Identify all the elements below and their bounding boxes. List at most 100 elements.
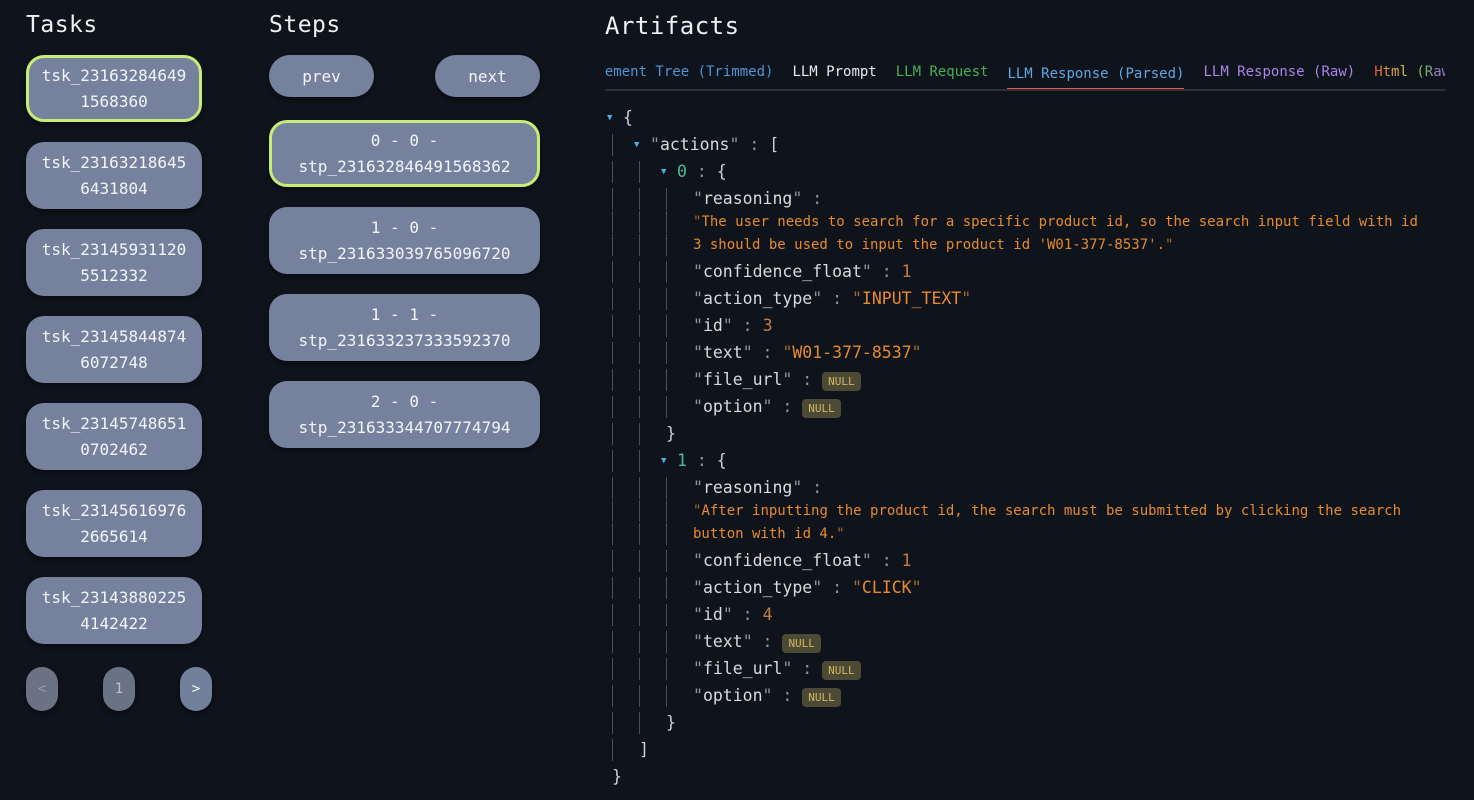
indent-guide — [639, 523, 666, 545]
step-item[interactable]: 2 - 0 -stp_231633344707774794 — [269, 381, 540, 448]
task-item[interactable]: tsk_231458448746072748 — [26, 316, 202, 383]
task-item[interactable]: tsk_231438802254142422 — [26, 577, 202, 644]
step-item-line1: 1 - 0 - — [371, 215, 438, 241]
json-row: "confidence_float" : 1 — [612, 550, 1445, 572]
indent-guide — [612, 342, 639, 364]
json-segment-q: " — [852, 578, 862, 597]
json-segment-kq: " — [782, 370, 792, 389]
step-item[interactable]: 0 - 0 -stp_231632846491568362 — [269, 120, 540, 187]
json-segment-q: " — [836, 526, 844, 542]
json-segment-kq: " — [812, 578, 822, 597]
indent-guide — [639, 712, 666, 734]
json-segment-key: id — [703, 316, 723, 335]
next-step-button[interactable]: next — [435, 55, 540, 97]
tab-llm-prompt[interactable]: LLM Prompt — [792, 64, 876, 89]
json-segment-colon: : — [872, 551, 902, 570]
json-segment-colon: : — [792, 659, 822, 678]
indent-guide — [666, 523, 693, 545]
json-row: "file_url" : NULL — [612, 658, 1445, 680]
json-row: "text" : NULL — [612, 631, 1445, 653]
json-segment-colon: : — [772, 397, 802, 416]
json-segment-key: reasoning — [703, 478, 792, 497]
json-segment-colon: : — [739, 135, 769, 154]
json-segment-str: After inputting the product id, the sear… — [701, 503, 1401, 519]
json-segment-kq: " — [812, 289, 822, 308]
tab-llm-response-parsed[interactable]: LLM Response (Parsed) — [1007, 66, 1184, 91]
indent-guide — [666, 550, 693, 572]
step-item-line2: stp_231632846491568362 — [299, 154, 511, 180]
json-segment-kq: " — [693, 289, 703, 308]
indent-guide — [612, 188, 639, 210]
prev-step-button[interactable]: prev — [269, 55, 374, 97]
indent-guide — [612, 658, 639, 680]
json-row: "id" : 3 — [612, 315, 1445, 337]
json-segment-q: " — [912, 578, 922, 597]
step-item[interactable]: 1 - 1 -stp_231633237333592370 — [269, 294, 540, 361]
indent-guide — [612, 396, 639, 418]
json-segment-num: 4 — [763, 605, 773, 624]
tab-element-tree-trimmed[interactable]: Element Tree (Trimmed) — [605, 64, 773, 89]
collapse-triangle-icon[interactable]: ▼ — [634, 134, 650, 156]
step-item[interactable]: 1 - 0 -stp_231633039765096720 — [269, 207, 540, 274]
task-item[interactable]: tsk_231457486510702462 — [26, 403, 202, 470]
json-row: "action_type" : "CLICK" — [612, 577, 1445, 599]
indent-guide — [612, 450, 639, 472]
json-segment-key: file_url — [703, 659, 782, 678]
json-row: } — [612, 766, 1445, 788]
json-row-content: { — [623, 107, 633, 129]
json-row-content: 0 : { — [677, 161, 727, 183]
task-item[interactable]: tsk_231632846491568360 — [26, 55, 202, 122]
json-segment-colon: : — [872, 262, 902, 281]
pagination-prev-button[interactable]: < — [26, 667, 58, 711]
indent-guide — [612, 423, 639, 445]
step-item-line2: stp_231633344707774794 — [299, 415, 511, 441]
tab-html-raw[interactable]: Html (Raw) — [1374, 64, 1445, 89]
json-segment-str: CLICK — [862, 578, 912, 597]
json-segment-kq: " — [693, 316, 703, 335]
json-segment-colon: : — [822, 289, 852, 308]
tab-llm-response-raw[interactable]: LLM Response (Raw) — [1203, 64, 1355, 89]
indent-guide — [666, 631, 693, 653]
json-row-content: "option" : NULL — [693, 685, 841, 707]
artifacts-title: Artifacts — [605, 12, 1445, 40]
indent-guide — [666, 288, 693, 310]
json-segment-colon: : — [753, 632, 783, 651]
json-segment-kq: " — [693, 343, 703, 362]
json-segment-colon: : — [733, 316, 763, 335]
indent-guide — [666, 315, 693, 337]
json-segment-kq: " — [763, 397, 773, 416]
indent-guide — [666, 342, 693, 364]
json-segment-kq: " — [729, 135, 739, 154]
indent-guide — [612, 261, 639, 283]
json-row: "After inputting the product id, the sea… — [612, 500, 1445, 522]
collapse-triangle-icon[interactable]: ▼ — [661, 450, 677, 472]
json-segment-key: actions — [660, 135, 730, 154]
indent-guide — [612, 739, 639, 761]
json-segment-kq: " — [693, 605, 703, 624]
pagination-next-button[interactable]: > — [180, 667, 212, 711]
task-item[interactable]: tsk_231456169762665614 — [26, 490, 202, 557]
tab-llm-request[interactable]: LLM Request — [896, 64, 989, 89]
indent-guide — [666, 685, 693, 707]
json-segment-kq: " — [693, 632, 703, 651]
json-segment-kq: " — [862, 551, 872, 570]
json-segment-str: button with id 4. — [693, 526, 836, 542]
json-row-content: "action_type" : "CLICK" — [693, 577, 922, 599]
indent-guide — [612, 315, 639, 337]
json-segment-p: } — [612, 767, 622, 786]
json-row: "confidence_float" : 1 — [612, 261, 1445, 283]
task-item[interactable]: tsk_231459311205512332 — [26, 229, 202, 296]
step-item-line1: 2 - 0 - — [371, 389, 438, 415]
indent-guide — [612, 604, 639, 626]
json-segment-str: The user needs to search for a specific … — [701, 214, 1417, 230]
indent-guide — [612, 577, 639, 599]
collapse-triangle-icon[interactable]: ▼ — [607, 107, 623, 129]
json-segment-p: [ — [769, 135, 779, 154]
json-row: "reasoning" : — [612, 188, 1445, 210]
task-item[interactable]: tsk_231632186456431804 — [26, 142, 202, 209]
json-row-content: "The user needs to search for a specific… — [693, 211, 1418, 233]
collapse-triangle-icon[interactable]: ▼ — [661, 161, 677, 183]
json-row-content: "reasoning" : — [693, 188, 822, 210]
json-row-content: "id" : 3 — [693, 315, 773, 337]
pagination-page-button[interactable]: 1 — [103, 667, 135, 711]
